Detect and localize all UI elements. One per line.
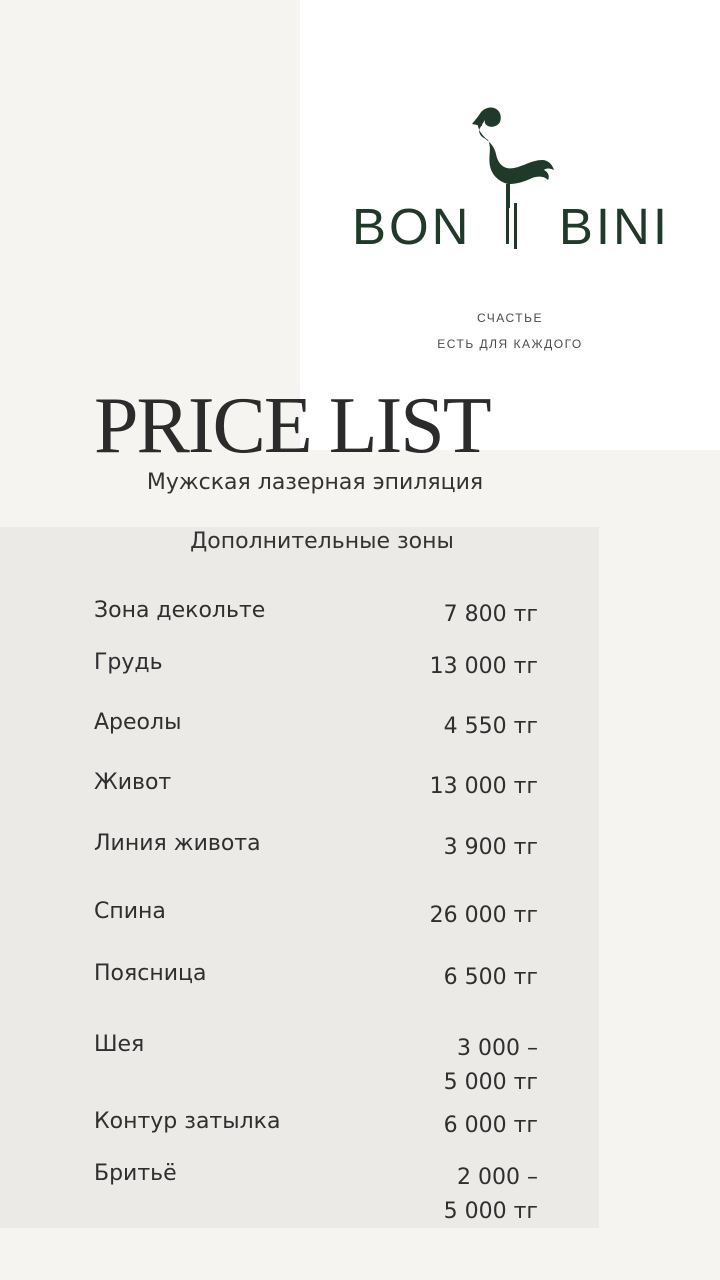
zone-price: 3 000 – 5 000 тг (443, 1036, 538, 1095)
zone-price: 3 900 тг (443, 835, 538, 860)
zone-price: 4 550 тг (443, 714, 538, 739)
section-title: Дополнительные зоны (190, 529, 454, 554)
zone-name: Зона декольте (94, 598, 266, 623)
page-subtitle: Мужская лазерная эпиляция (146, 470, 484, 495)
brand-separator (513, 203, 517, 249)
zone-name: Бритьё (94, 1161, 177, 1186)
brand-right: BINI (558, 197, 670, 255)
zone-name: Линия живота (94, 831, 261, 856)
page-title: PRICE LIST (94, 382, 492, 470)
zone-name: Шея (94, 1032, 145, 1057)
zone-name: Поясница (94, 961, 207, 986)
zone-name: Спина (94, 899, 166, 924)
zone-price: 26 000 тг (429, 903, 538, 928)
tagline-line-1: СЧАСТЬЕ (477, 311, 543, 325)
brand-left: BON (352, 197, 472, 255)
zone-price: 6 000 тг (443, 1113, 538, 1138)
zone-price: 6 500 тг (443, 965, 538, 990)
tagline-line-2: ЕСТЬ ДЛЯ КАЖДОГО (437, 337, 583, 351)
zone-price: 13 000 тг (429, 654, 538, 679)
zone-price: 2 000 – 5 000 тг (443, 1165, 538, 1224)
brand-wordmark: BON BINI (352, 196, 670, 256)
zone-name: Контур затылка (94, 1109, 281, 1134)
zone-price: 13 000 тг (429, 774, 538, 799)
tagline: СЧАСТЬЕ ЕСТЬ ДЛЯ КАЖДОГО (300, 305, 720, 357)
zone-name: Грудь (94, 650, 163, 675)
zone-name: Живот (94, 770, 172, 795)
zone-name: Ареолы (94, 710, 182, 735)
zone-price: 7 800 тг (443, 602, 538, 627)
